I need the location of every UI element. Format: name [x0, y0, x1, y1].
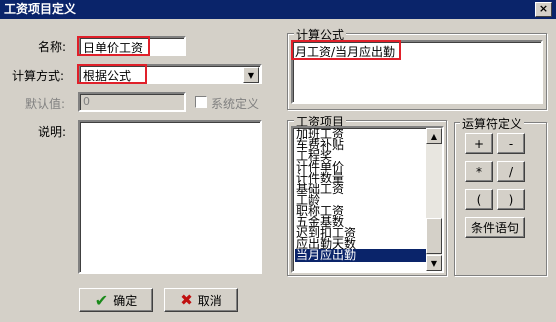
- chevron-down-icon[interactable]: ▼: [243, 67, 259, 83]
- description-textarea[interactable]: [78, 120, 262, 274]
- divide-button[interactable]: /: [497, 161, 525, 182]
- salary-item-dialog: 工资项目定义 × 名称: 日单价工资 计算方式: 根据公式 ▼ 默认值: 0 系…: [0, 0, 556, 322]
- minus-button[interactable]: -: [497, 133, 525, 154]
- ok-button[interactable]: ✔ 确定: [79, 288, 153, 312]
- ok-button-label: 确定: [113, 293, 138, 308]
- condition-statement-button[interactable]: 条件语句: [465, 217, 525, 238]
- plus-button[interactable]: +: [465, 133, 493, 154]
- default-value-label: 默认值:: [25, 97, 66, 111]
- formula-highlight: [291, 40, 401, 60]
- calc-method-highlight: [77, 64, 147, 84]
- scroll-thumb[interactable]: [426, 218, 442, 254]
- default-value-text: 0: [83, 95, 90, 108]
- name-label: 名称:: [38, 40, 67, 54]
- salary-items-listbox[interactable]: 加班工资 车费补贴 工程奖 计件单价 计件数量 基础工资 工龄 职称工资 五金基…: [291, 126, 444, 273]
- cancel-button-label: 取消: [197, 293, 222, 308]
- multiply-button[interactable]: *: [465, 161, 493, 182]
- system-define-checkbox[interactable]: [195, 96, 207, 108]
- title-bar: 工资项目定义 ×: [0, 0, 556, 19]
- cancel-button[interactable]: ✖ 取消: [164, 288, 238, 312]
- scroll-up-icon[interactable]: ▲: [426, 128, 442, 144]
- default-value-input[interactable]: 0: [78, 92, 186, 112]
- list-scrollbar[interactable]: ▲ ▼: [426, 128, 442, 271]
- description-label: 说明:: [38, 125, 67, 139]
- x-icon: ✖: [180, 291, 193, 309]
- window-title: 工资项目定义: [4, 2, 77, 16]
- check-icon: ✔: [94, 290, 109, 310]
- list-item-selected[interactable]: 当月应出勤: [295, 249, 429, 262]
- close-icon[interactable]: ×: [535, 2, 552, 17]
- right-paren-button[interactable]: ): [497, 189, 525, 210]
- system-define-label: 系统定义: [211, 97, 260, 111]
- scroll-down-icon[interactable]: ▼: [426, 255, 442, 271]
- calc-method-label: 计算方式:: [12, 69, 65, 83]
- left-paren-button[interactable]: (: [465, 189, 493, 210]
- operators-group-title: 运算符定义: [460, 115, 525, 132]
- name-highlight: [77, 36, 150, 56]
